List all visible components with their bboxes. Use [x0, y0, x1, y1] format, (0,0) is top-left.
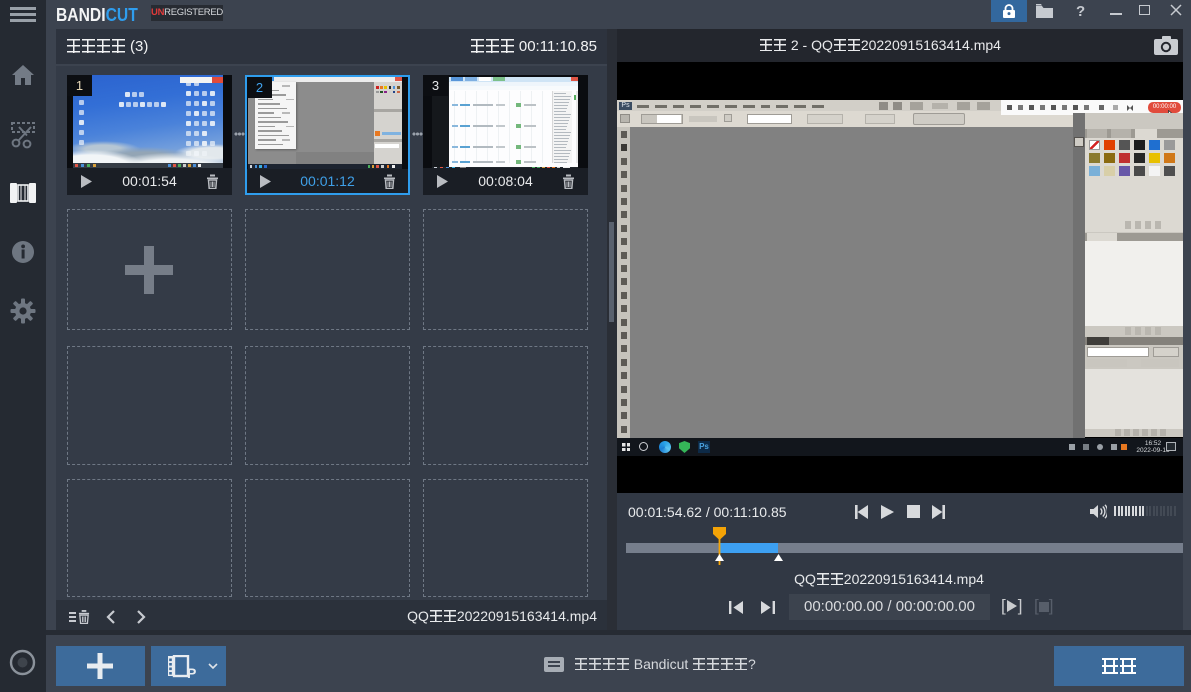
- svg-text:P: P: [187, 665, 196, 679]
